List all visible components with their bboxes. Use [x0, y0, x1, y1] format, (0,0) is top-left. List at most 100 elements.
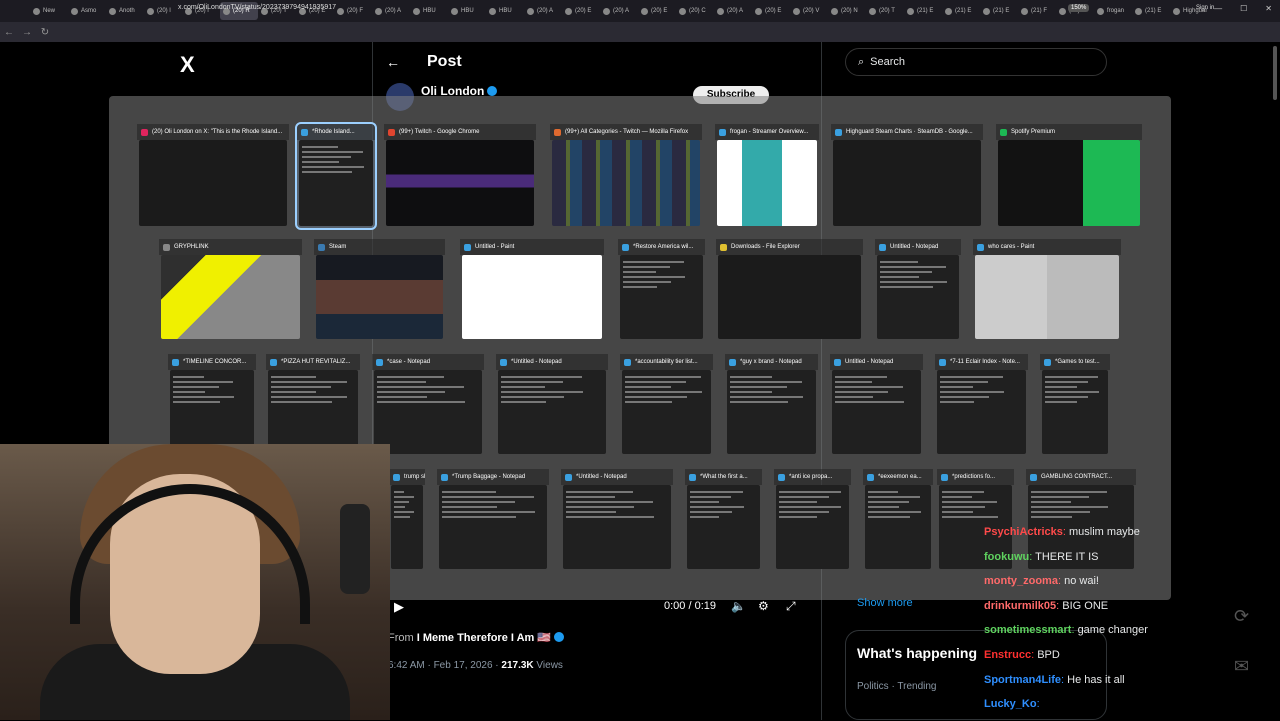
switcher-window-tile[interactable]: *accountability tier list...	[620, 354, 713, 456]
share-icon[interactable]: ⟳	[1234, 606, 1249, 627]
browser-tab[interactable]: HBU	[486, 2, 524, 20]
search-icon: ⌕	[858, 55, 865, 68]
show-more-link[interactable]: Show more	[857, 597, 913, 609]
browser-tab[interactable]: (21) E	[1132, 2, 1170, 20]
switcher-window-tile[interactable]: *TIMELINE CONCOR...	[168, 354, 256, 456]
browser-tab[interactable]: (20) F	[334, 2, 372, 20]
browser-tab[interactable]: (21) E	[980, 2, 1018, 20]
fullscreen-icon[interactable]: ⤢	[786, 599, 796, 614]
text-line	[940, 401, 975, 403]
switcher-window-tile[interactable]: *Games to test...	[1040, 354, 1110, 456]
back-nav-icon[interactable]: ←	[0, 27, 18, 38]
switcher-window-tile[interactable]: Highguard Steam Charts · SteamDB - Googl…	[831, 124, 983, 228]
browser-tab[interactable]: New	[30, 2, 68, 20]
message-icon[interactable]: ✉	[1234, 656, 1249, 677]
switcher-window-tile[interactable]: Downloads - File Explorer	[716, 239, 863, 341]
switcher-window-tile[interactable]: who cares - Paint	[973, 239, 1121, 341]
source-account-link[interactable]: I Meme Therefore I Am 🇺🇸	[417, 632, 551, 644]
switcher-window-tile[interactable]: (20) Oli London on X: "This is the Rhode…	[137, 124, 289, 228]
page-scrollbar[interactable]	[1273, 46, 1277, 100]
window-thumbnail	[865, 485, 931, 569]
search-input[interactable]: ⌕ Search	[845, 48, 1107, 76]
trend-category[interactable]: Politics · Trending	[857, 681, 936, 692]
switcher-window-tile[interactable]: *Restore America wil...	[618, 239, 705, 341]
back-arrow-icon[interactable]: ←	[386, 54, 400, 70]
switcher-window-tile[interactable]: *Untitled - Notepad	[496, 354, 608, 456]
switcher-window-tile[interactable]: frogan - Streamer Overview...	[715, 124, 819, 228]
browser-tab[interactable]: Anoth	[106, 2, 144, 20]
volume-icon[interactable]: 🔈	[731, 599, 746, 613]
post-meta: 6:42 AM · Feb 17, 2026 · 217.3K Views	[388, 660, 563, 671]
browser-tab[interactable]: (20) A	[714, 2, 752, 20]
tab-label: (20) A	[727, 8, 744, 14]
switcher-window-tile[interactable]: Steam	[314, 239, 445, 341]
chat-separator: :	[1036, 698, 1040, 711]
browser-tab[interactable]: (20) E	[562, 2, 600, 20]
tab-favicon-icon	[907, 7, 914, 15]
tile-title: who cares - Paint	[988, 244, 1035, 250]
minimize-icon[interactable]: —	[1214, 4, 1222, 13]
app-icon	[719, 128, 726, 136]
play-icon[interactable]: ▶	[394, 599, 404, 615]
text-line	[302, 161, 339, 163]
browser-tab[interactable]: (20) V	[790, 2, 828, 20]
switcher-window-tile[interactable]: *Rhode Island...	[295, 122, 377, 230]
switcher-window-tile[interactable]: *Trump Baggage - Notepad	[437, 469, 549, 571]
switcher-window-tile[interactable]: *case - Notepad	[372, 354, 484, 456]
browser-tab[interactable]: (20) T	[866, 2, 904, 20]
maximize-icon[interactable]: ☐	[1240, 4, 1247, 13]
url-field[interactable]: x.com/OliLondonTV/status/202373979494193…	[178, 4, 336, 11]
switcher-window-tile[interactable]: *eexeemon ea...	[863, 469, 933, 571]
text-line	[835, 391, 889, 393]
switcher-window-tile[interactable]: *What the first a...	[685, 469, 762, 571]
switcher-window-tile[interactable]: *Untitled - Notepad	[561, 469, 673, 571]
switcher-window-tile[interactable]: GRYPHLINK	[159, 239, 302, 341]
close-icon[interactable]: ✕	[1265, 4, 1272, 13]
text-line	[442, 491, 497, 493]
forward-nav-icon[interactable]: →	[18, 27, 36, 38]
tile-title: *Untitled - Notepad	[511, 359, 562, 365]
video-time: 0:00 / 0:19	[664, 600, 716, 612]
switcher-window-tile[interactable]: *7-11 Eclair Index - Note...	[935, 354, 1028, 456]
browser-tab[interactable]: (20) N	[828, 2, 866, 20]
browser-tab[interactable]: (20) A	[372, 2, 410, 20]
text-line	[271, 396, 348, 398]
switcher-window-tile[interactable]: *guy x brand - Notepad	[725, 354, 818, 456]
verified-badge-icon	[487, 86, 498, 96]
browser-tab[interactable]: (20) E	[752, 2, 790, 20]
browser-tab[interactable]: (20) C	[676, 2, 714, 20]
text-line	[868, 491, 898, 493]
switcher-window-tile[interactable]: (99+) Twitch - Google Chrome	[384, 124, 536, 228]
browser-tab[interactable]: (20) l	[144, 2, 182, 20]
switcher-window-tile[interactable]: *PIZZA HUT REVITALIZ...	[266, 354, 360, 456]
switcher-window-tile[interactable]: *anti ice propa...	[774, 469, 851, 571]
tile-title-bar: Untitled - Notepad	[830, 354, 923, 370]
tab-label: (20) A	[613, 8, 630, 14]
browser-tab[interactable]: (21) E	[904, 2, 942, 20]
zoom-level[interactable]: 150%	[1068, 4, 1090, 12]
browser-tab[interactable]: frogan	[1094, 2, 1132, 20]
text-line	[868, 511, 921, 513]
text-line	[302, 171, 352, 173]
browser-tab[interactable]: (20) A	[600, 2, 638, 20]
settings-gear-icon[interactable]: ⚙	[758, 599, 769, 613]
browser-tab[interactable]: (20) E	[638, 2, 676, 20]
browser-tab[interactable]: HBU	[410, 2, 448, 20]
browser-tab[interactable]: (21) F	[1018, 2, 1056, 20]
switcher-window-tile[interactable]: (99+) All Categories - Twitch — Mozilla …	[550, 124, 702, 228]
text-line	[880, 281, 947, 283]
switcher-window-tile[interactable]: Untitled - Notepad	[875, 239, 961, 341]
switcher-window-tile[interactable]: Spotify Premium	[996, 124, 1142, 228]
browser-tab[interactable]: (20) A	[524, 2, 562, 20]
tile-title-bar: Steam	[314, 239, 445, 255]
x-logo[interactable]: X	[180, 52, 195, 78]
switcher-window-tile[interactable]: trump sh...	[389, 469, 425, 571]
switcher-window-tile[interactable]: Untitled - Notepad	[830, 354, 923, 456]
browser-tab[interactable]: (21) E	[942, 2, 980, 20]
browser-tab[interactable]: Asmo	[68, 2, 106, 20]
browser-tab[interactable]: HBU	[448, 2, 486, 20]
switcher-window-tile[interactable]: Untitled - Paint	[460, 239, 604, 341]
sign-in-button[interactable]: Sign in	[1196, 5, 1214, 11]
window-thumbnail	[139, 140, 287, 226]
reload-icon[interactable]: ↻	[36, 27, 54, 38]
